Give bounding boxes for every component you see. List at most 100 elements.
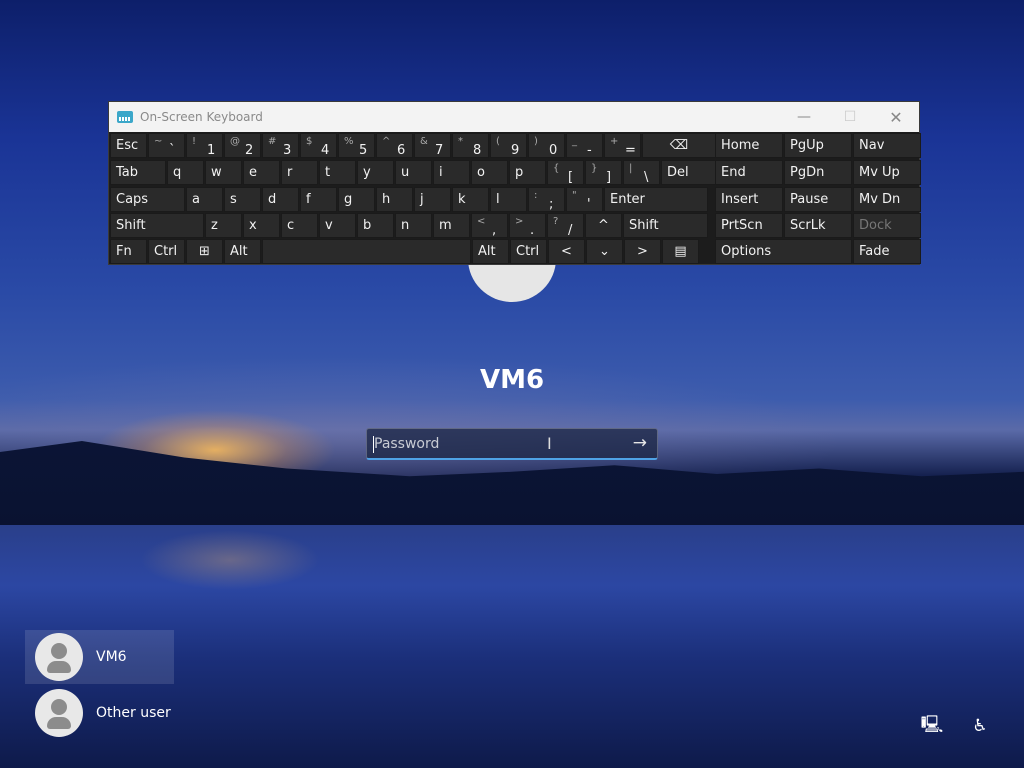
key-scrlk[interactable]: ScrLk (784, 213, 852, 238)
password-input[interactable] (367, 435, 617, 452)
close-button[interactable]: ✕ (873, 102, 919, 132)
key-'[interactable]: " ' (566, 187, 603, 212)
key-0[interactable]: ) 0 (528, 133, 565, 158)
key-/[interactable]: ? / (547, 213, 584, 238)
key-b[interactable]: b (357, 213, 394, 238)
key-u[interactable]: u (395, 160, 432, 185)
key-backspace-icon[interactable]: ⌫ (642, 133, 716, 158)
key-pgdn[interactable]: PgDn (784, 160, 852, 185)
key-r[interactable]: r (281, 160, 318, 185)
key-h[interactable]: h (376, 187, 413, 212)
key-ctrl[interactable]: Ctrl (510, 239, 547, 264)
key-alt[interactable]: Alt (224, 239, 261, 264)
key-2[interactable]: @2 (224, 133, 261, 158)
submit-arrow-button[interactable]: → (633, 433, 647, 453)
key-shift-label: < (477, 216, 486, 227)
key-home[interactable]: Home (715, 133, 783, 158)
user-list-item-vm6[interactable]: VM6 (25, 630, 174, 684)
key-right-arrow-icon[interactable]: > (624, 239, 661, 264)
key-9[interactable]: (9 (490, 133, 527, 158)
key-`[interactable]: ~ ` (148, 133, 185, 158)
key-up-arrow-icon[interactable]: ^ (585, 213, 622, 238)
key-d[interactable]: d (262, 187, 299, 212)
key-8[interactable]: * 8 (452, 133, 489, 158)
key-g[interactable]: g (338, 187, 375, 212)
key-m[interactable]: m (433, 213, 470, 238)
key-dock[interactable]: Dock (853, 213, 921, 238)
key-caps[interactable]: Caps (110, 187, 185, 212)
key-6[interactable]: ^ 6 (376, 133, 413, 158)
key-5[interactable]: % 5 (338, 133, 375, 158)
key-shift-label: ) (534, 136, 538, 147)
key-pause[interactable]: Pause (784, 187, 852, 212)
key-pgup[interactable]: PgUp (784, 133, 852, 158)
key-main-label: 7 (435, 143, 444, 158)
key-fn[interactable]: Fn (110, 239, 147, 264)
key-menu-icon[interactable]: ▤ (662, 239, 699, 264)
key-alt[interactable]: Alt (472, 239, 509, 264)
key-4[interactable]: $4 (300, 133, 337, 158)
key-n[interactable]: n (395, 213, 432, 238)
key-mv-dn[interactable]: Mv Dn (853, 187, 921, 212)
key-3[interactable]: #3 (262, 133, 299, 158)
key-[[interactable]: {[ (547, 160, 584, 185)
key-k[interactable]: k (452, 187, 489, 212)
key-\[interactable]: | \ (623, 160, 660, 185)
key-7[interactable]: & 7 (414, 133, 451, 158)
key-f[interactable]: f (300, 187, 337, 212)
key-1[interactable]: ! 1 (186, 133, 223, 158)
key-enter[interactable]: Enter (604, 187, 708, 212)
key-e[interactable]: e (243, 160, 280, 185)
key-main-label: 9 (511, 143, 520, 158)
user-list-item-other[interactable]: Other user (25, 686, 174, 740)
key-.[interactable]: >. (509, 213, 546, 238)
accessibility-icon[interactable]: ♿ (968, 714, 992, 738)
maximize-button[interactable]: ☐ (827, 102, 873, 132)
key-t[interactable]: t (319, 160, 356, 185)
key-shift-label: > (515, 216, 524, 227)
key-x[interactable]: x (243, 213, 280, 238)
key-insert[interactable]: Insert (715, 187, 783, 212)
key-nav[interactable]: Nav (853, 133, 921, 158)
network-icon[interactable]: 🖳 (920, 714, 944, 738)
key-shift[interactable]: Shift (623, 213, 708, 238)
key-down-arrow-icon[interactable]: ⌄ (586, 239, 623, 264)
key--[interactable]: _ - (566, 133, 603, 158)
key-windows-icon[interactable]: ⊞ (186, 239, 223, 264)
key-=[interactable]: + = (604, 133, 641, 158)
key-s[interactable]: s (224, 187, 261, 212)
key-ctrl[interactable]: Ctrl (148, 239, 185, 264)
key-o[interactable]: o (471, 160, 508, 185)
key-space[interactable] (262, 239, 471, 264)
key-q[interactable]: q (167, 160, 204, 185)
key-][interactable]: }] (585, 160, 622, 185)
key-j[interactable]: j (414, 187, 451, 212)
key-shift-label: } (591, 163, 598, 174)
key-esc[interactable]: Esc (110, 133, 147, 158)
key-left-arrow-icon[interactable]: < (548, 239, 585, 264)
key-c[interactable]: c (281, 213, 318, 238)
key-i[interactable]: i (433, 160, 470, 185)
key-a[interactable]: a (186, 187, 223, 212)
key-z[interactable]: z (205, 213, 242, 238)
key-,[interactable]: <, (471, 213, 508, 238)
key-prtscn[interactable]: PrtScn (715, 213, 783, 238)
key-shift-label: # (268, 136, 277, 147)
key-y[interactable]: y (357, 160, 394, 185)
key-shift[interactable]: Shift (110, 213, 204, 238)
key-v[interactable]: v (319, 213, 356, 238)
key-p[interactable]: p (509, 160, 546, 185)
key-;[interactable]: :; (528, 187, 565, 212)
password-field-container: I → (366, 428, 658, 460)
osk-titlebar[interactable]: On-Screen Keyboard — ☐ ✕ (109, 102, 919, 132)
key-main-label: \ (644, 170, 649, 185)
key-w[interactable]: w (205, 160, 242, 185)
key-tab[interactable]: Tab (110, 160, 166, 185)
key-l[interactable]: l (490, 187, 527, 212)
key-del[interactable]: Del (661, 160, 717, 185)
minimize-button[interactable]: — (781, 102, 827, 132)
key-fade[interactable]: Fade (853, 239, 921, 264)
key-end[interactable]: End (715, 160, 783, 185)
key-mv-up[interactable]: Mv Up (853, 160, 921, 185)
key-options[interactable]: Options (715, 239, 852, 264)
